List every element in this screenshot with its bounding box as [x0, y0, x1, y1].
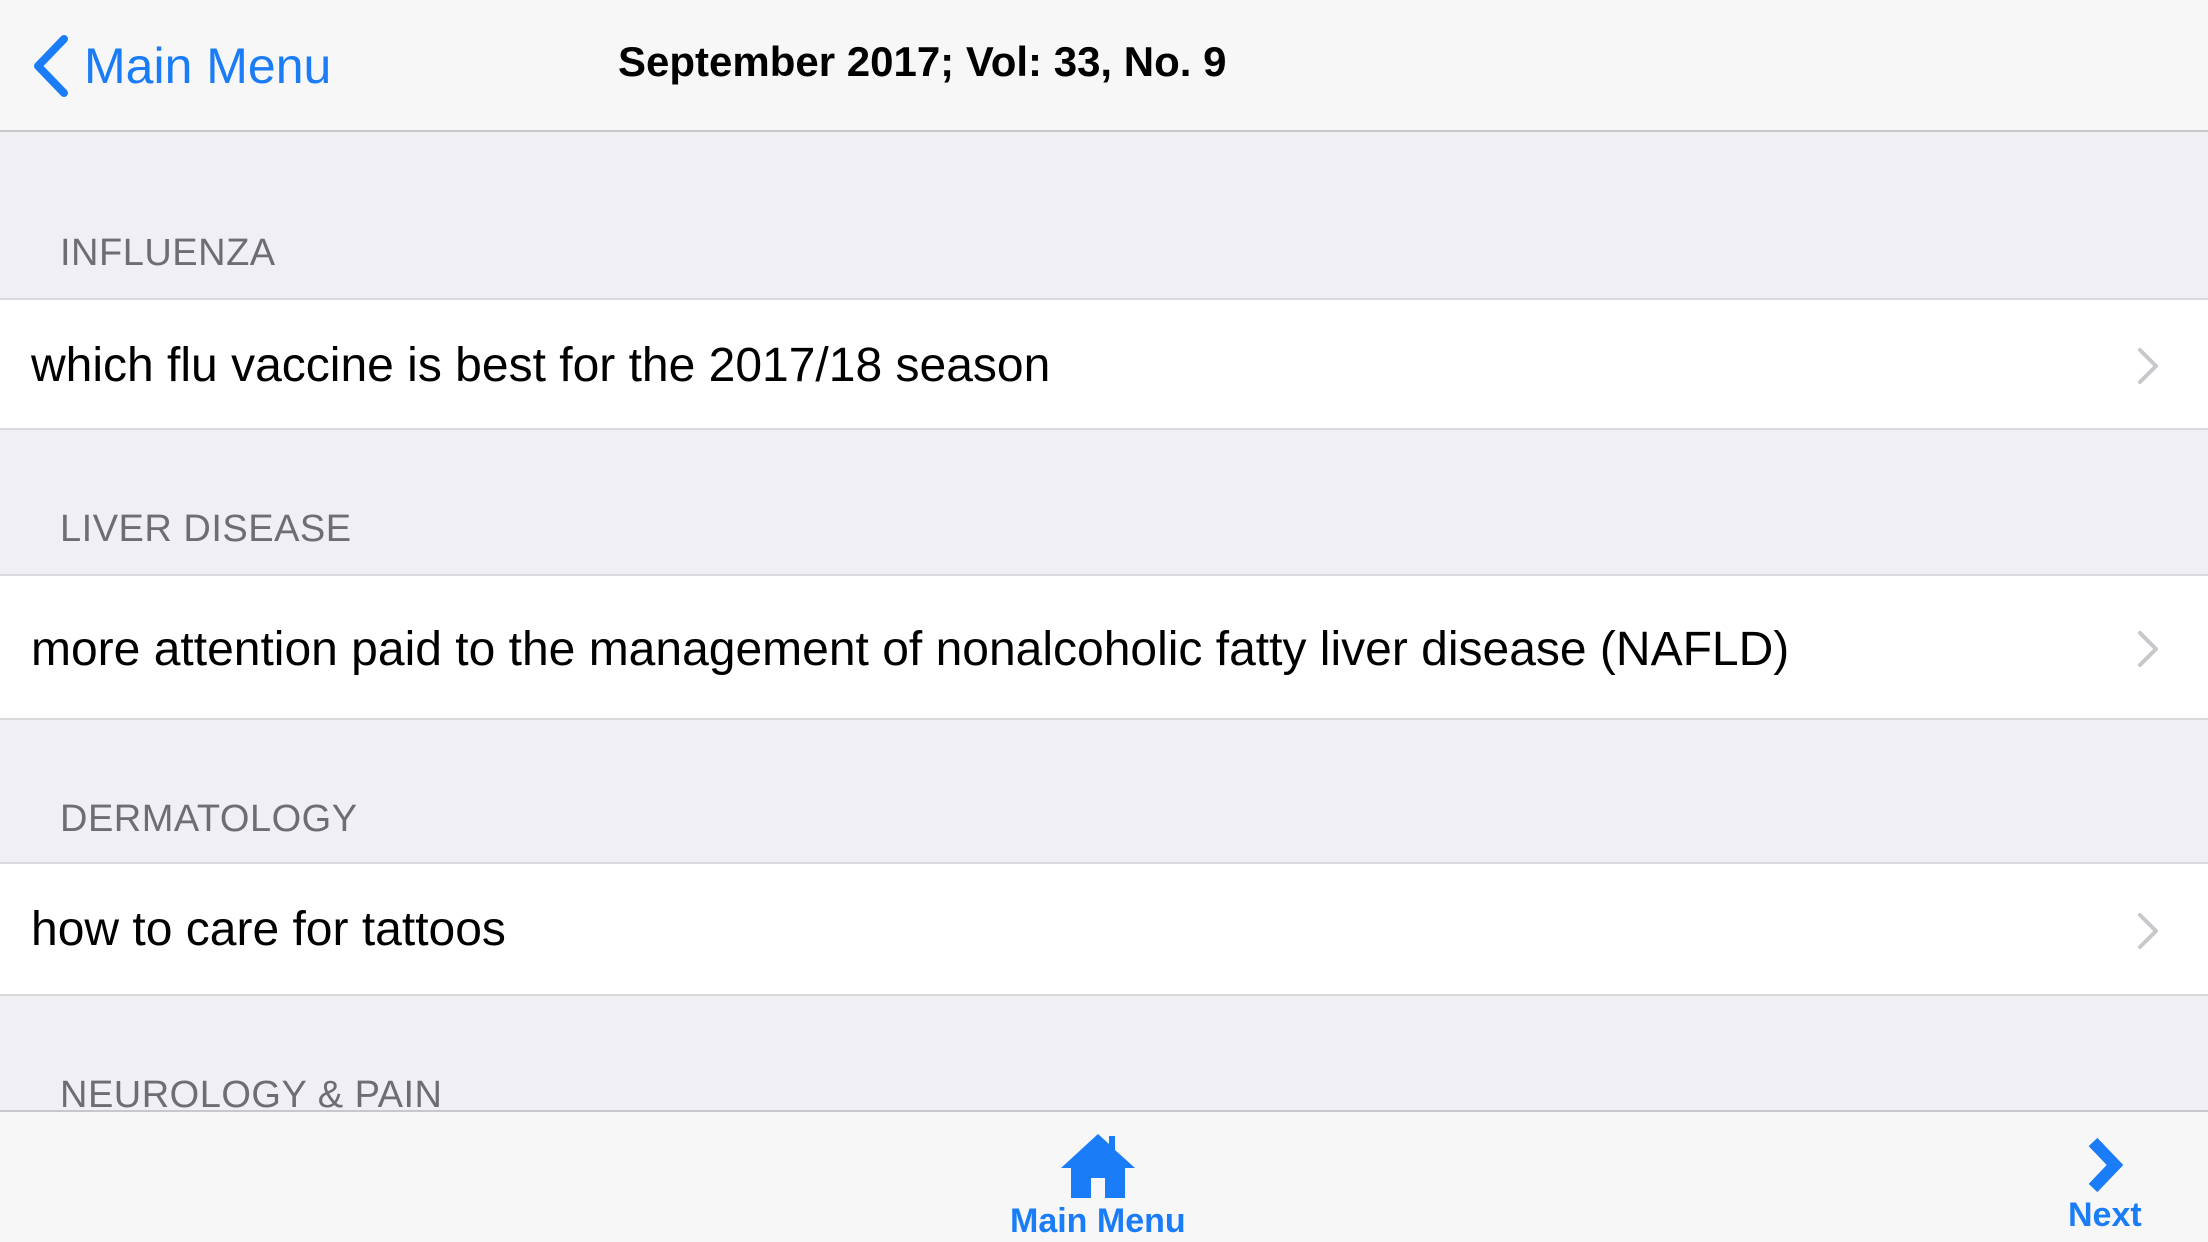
section-header-liver-disease: LIVER DISEASE: [60, 508, 352, 550]
list-item-label: more attention paid to the management of…: [31, 623, 1790, 676]
section-header-neurology-pain: NEUROLOGY & PAIN: [60, 1074, 443, 1110]
list-item-label: which flu vaccine is best for the 2017/1…: [31, 339, 1051, 392]
bottom-toolbar: Main Menu Next: [0, 1110, 2208, 1242]
back-button-label: Main Menu: [84, 38, 332, 94]
chevron-right-icon: [2138, 913, 2158, 949]
house-icon: [1060, 1134, 1135, 1198]
back-button[interactable]: Main Menu: [30, 30, 331, 102]
section-header-influenza: INFLUENZA: [60, 232, 276, 274]
chevron-right-icon: [2138, 348, 2158, 384]
page-title: September 2017; Vol: 33, No. 9: [618, 38, 1227, 85]
chevron-right-icon: [2138, 631, 2158, 667]
next-button[interactable]: Next: [2068, 1136, 2142, 1235]
list-item-label: how to care for tattoos: [31, 903, 506, 956]
app-screen: Main Menu September 2017; Vol: 33, No. 9…: [0, 0, 2208, 1242]
chevron-right-icon: [2088, 1137, 2124, 1193]
list-item-nafld[interactable]: more attention paid to the management of…: [0, 574, 2208, 720]
next-button-label: Next: [2068, 1196, 2142, 1234]
section-header-dermatology: DERMATOLOGY: [60, 798, 358, 840]
article-list[interactable]: INFLUENZA which flu vaccine is best for …: [0, 132, 2208, 1110]
chevron-left-icon: [34, 35, 68, 97]
list-item-flu-vaccine[interactable]: which flu vaccine is best for the 2017/1…: [0, 298, 2208, 430]
navigation-bar: Main Menu September 2017; Vol: 33, No. 9: [0, 0, 2208, 132]
list-item-tattoos[interactable]: how to care for tattoos: [0, 862, 2208, 996]
main-menu-button[interactable]: Main Menu: [1010, 1130, 1186, 1241]
main-menu-button-label: Main Menu: [1010, 1202, 1186, 1240]
